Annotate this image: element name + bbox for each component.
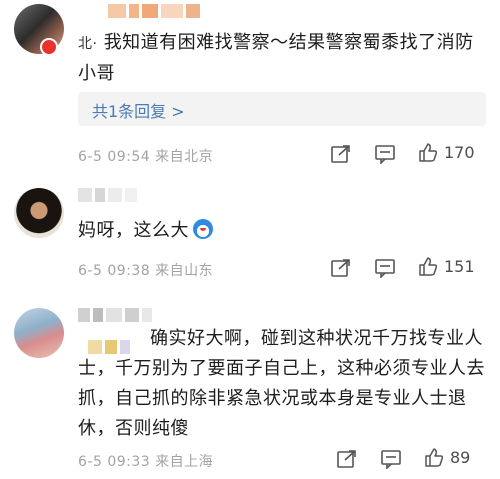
comment-text: 妈呀，这么大 — [78, 216, 488, 246]
comment-date: 6-5 09:33 — [78, 454, 151, 470]
comment-button[interactable] — [380, 449, 402, 469]
comment-icon — [375, 259, 395, 278]
share-icon — [337, 450, 356, 468]
comment-meta: 6-5 09:54 来自北京 — [78, 146, 213, 166]
comment-button[interactable] — [374, 144, 396, 164]
comment-text: 北· 我知道有困难找警察～结果警察蜀黍找了消防小哥 — [78, 32, 474, 84]
comment-location: 来自山东 — [155, 263, 214, 279]
username-blurred[interactable] — [78, 188, 137, 202]
like-button[interactable]: 170 — [418, 142, 475, 162]
like-button[interactable]: 89 — [424, 447, 470, 467]
thumbs-up-icon — [425, 448, 444, 467]
like-button[interactable]: 151 — [418, 256, 475, 276]
comment-meta: 6-5 09:33 来自上海 — [78, 451, 213, 471]
comment-meta: 6-5 09:38 来自山东 — [78, 260, 213, 280]
like-count: 89 — [450, 447, 471, 467]
share-button[interactable] — [330, 144, 352, 164]
comment-text: 确实好大啊，碰到这种状况千万找专业人士，千万别为了要面子自己上，这种必须专业人去… — [78, 328, 485, 439]
username-suffix[interactable]: 北· — [78, 36, 97, 52]
thumbs-up-icon — [419, 143, 438, 162]
share-button[interactable] — [336, 449, 358, 469]
like-count: 170 — [444, 142, 475, 162]
share-icon — [331, 259, 350, 277]
comment-icon — [375, 145, 395, 164]
avatar[interactable] — [14, 308, 64, 358]
comment-location: 来自上海 — [155, 454, 214, 470]
reply-link-label: 共1条回复 > — [92, 102, 185, 121]
comment-location: 来自北京 — [155, 149, 214, 165]
comment-date: 6-5 09:54 — [78, 149, 151, 165]
reply-link[interactable]: 共1条回复 > — [78, 92, 486, 126]
comment-item: 妈呀，这么大 6-5 09:38 来自山东 151 — [0, 180, 500, 290]
share-icon — [331, 145, 350, 163]
doraemon-emoji-icon — [193, 219, 213, 239]
comment-button[interactable] — [374, 258, 396, 278]
comment-date: 6-5 09:38 — [78, 263, 151, 279]
like-count: 151 — [444, 256, 475, 276]
comment-item: 确实好大啊，碰到这种状况千万找专业人士，千万别为了要面子自己上，这种必须专业人去… — [0, 300, 500, 479]
comment-icon — [381, 450, 401, 469]
comment-item: 北· 我知道有困难找警察～结果警察蜀黍找了消防小哥 共1条回复 > 6-5 09… — [0, 0, 500, 170]
username-blurred[interactable] — [108, 4, 200, 18]
thumbs-up-icon — [419, 257, 438, 276]
avatar[interactable] — [14, 188, 64, 238]
share-button[interactable] — [330, 258, 352, 278]
verified-badge-icon — [40, 38, 58, 56]
username-blurred[interactable] — [78, 308, 152, 322]
